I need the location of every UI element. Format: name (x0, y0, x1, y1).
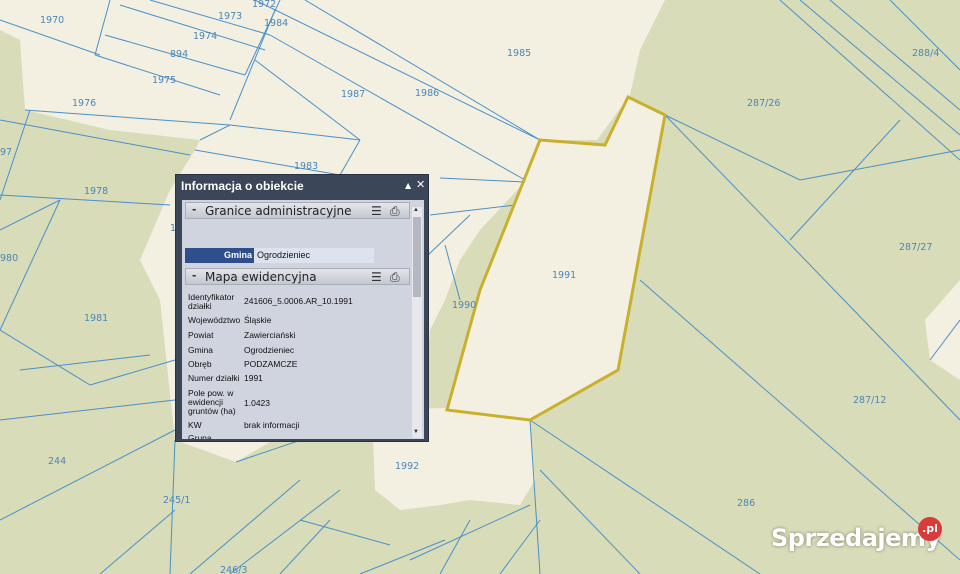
row-key: Numer działki (188, 373, 240, 383)
row-value: brak informacji (244, 420, 300, 430)
parcel-label: 286 (737, 498, 755, 509)
gmina-value: Ogrodzieniec (254, 248, 374, 263)
parcel-label: 287/12 (853, 395, 886, 406)
parcel-label: 1981 (84, 313, 108, 324)
parcel-label: 287/27 (899, 242, 932, 253)
watermark-text: Sprzedajemy (771, 524, 941, 552)
list-icon[interactable]: ☰ (371, 270, 382, 284)
parcel-label: 1976 (72, 98, 96, 109)
row-key: Grupa rejestrowa (188, 433, 212, 440)
popup-title: Informacja o obiekcie (181, 179, 304, 193)
row-key: Gmina (188, 345, 214, 355)
parcel-label: 245/1 (163, 495, 190, 506)
row-key: KW (188, 420, 202, 430)
section-ewid-title: Mapa ewidencyjna (205, 270, 317, 284)
scroll-up-icon[interactable]: ▲ (413, 207, 419, 213)
section-ewid-header[interactable]: - Mapa ewidencyjna ☰ ⎙ (185, 267, 410, 285)
parcel-label: 97 (0, 147, 12, 158)
row-key: Obręb (188, 359, 212, 369)
parcel-label: 246/3 (220, 565, 247, 574)
parcel-label: 1984 (264, 18, 288, 29)
parcel-label: 980 (0, 253, 18, 264)
parcel-label: 894 (170, 49, 188, 60)
row-value: 241606_5.0006.AR_10.1991 (244, 296, 353, 306)
row-key: Pole pow. w ewidencji gruntów (ha) (188, 388, 236, 416)
parcel-label: 1991 (552, 270, 576, 281)
list-icon[interactable]: ☰ (371, 204, 382, 218)
row-value: PODZAMCZE (244, 359, 298, 369)
row-value: Zawierciański (244, 330, 296, 340)
collapse-icon[interactable]: - (192, 267, 196, 282)
parcel-label: 1985 (507, 48, 531, 59)
parcel-label: 1990 (452, 300, 476, 311)
popup-body: - Granice administracyjne ☰ ⎙ Gmina Ogro… (182, 200, 424, 439)
parcel-label: 1992 (395, 461, 419, 472)
popup-scrollbar[interactable]: ▲ ▼ (412, 207, 422, 438)
row-value: Śląskie (244, 315, 272, 325)
scroll-down-icon[interactable]: ▼ (413, 429, 419, 435)
row-value: 1.0423 (244, 398, 270, 408)
parcel-label: 244 (48, 456, 66, 467)
row-key: Powiat (188, 330, 214, 340)
parcel-label: 1978 (84, 186, 108, 197)
watermark-badge: .pl (918, 517, 942, 541)
parcel-label: 1975 (152, 75, 176, 86)
parcel-label: 287/26 (747, 98, 780, 109)
parcel-label: 288/4 (912, 48, 939, 59)
parcel-label: 1983 (294, 161, 318, 172)
section-admin-title: Granice administracyjne (205, 204, 352, 218)
gmina-label: Gmina (185, 248, 254, 263)
print-icon[interactable]: ⎙ (390, 270, 400, 285)
collapse-icon[interactable]: - (192, 201, 196, 216)
parcel-label: 1986 (415, 88, 439, 99)
row-key: Identyfikator działki (188, 292, 235, 311)
parcel-label: 1973 (218, 11, 242, 22)
object-info-popup[interactable]: Informacja o obiekcie ▲ ✕ - Granice admi… (175, 174, 429, 442)
print-icon[interactable]: ⎙ (390, 204, 400, 219)
row-value: Ogrodzieniec (244, 345, 295, 355)
minimize-icon[interactable]: ▲ (405, 181, 411, 190)
parcel-label: 1974 (193, 31, 217, 42)
cadastral-map[interactable]: 1970 1973 1972 1974 1984 894 1975 1976 1… (0, 0, 960, 574)
close-icon[interactable]: ✕ (416, 178, 425, 191)
parcel-label: 1987 (341, 89, 365, 100)
parcel-label: 1970 (40, 15, 64, 26)
section-admin-header[interactable]: - Granice administracyjne ☰ ⎙ (185, 201, 410, 219)
parcel-label: 1972 (252, 0, 276, 10)
row-key: Województwo (188, 315, 241, 325)
row-value: 1991 (244, 373, 263, 383)
scrollbar-thumb[interactable] (413, 217, 421, 297)
attribute-table: Identyfikator działki 241606_5.0006.AR_1… (185, 291, 410, 439)
